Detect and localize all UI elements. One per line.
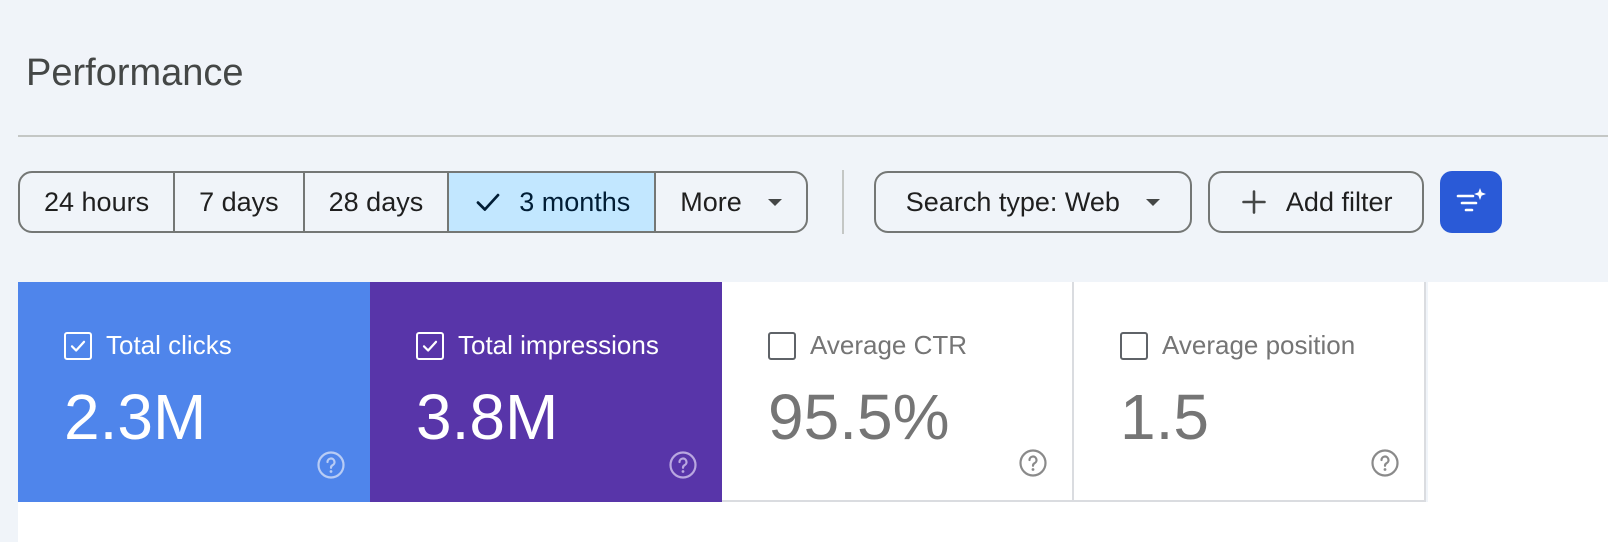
- title-divider: [18, 135, 1608, 137]
- metric-checkbox-checked[interactable]: [64, 331, 92, 360]
- date-option-7-days[interactable]: 7 days: [175, 173, 305, 231]
- add-filter-label: Add filter: [1285, 186, 1393, 217]
- metric-card-header: Total impressions: [416, 330, 659, 361]
- toolbar-separator: [841, 170, 844, 234]
- metric-value: 95.5%: [768, 381, 950, 453]
- metric-label: Average CTR: [810, 330, 968, 360]
- metric-card-header: Average CTR: [768, 330, 967, 361]
- metric-card-total-clicks[interactable]: Total clicks 2.3M: [18, 282, 370, 502]
- date-option-label: 28 days: [328, 186, 424, 217]
- metric-value: 3.8M: [416, 381, 559, 453]
- metric-card-average-position[interactable]: Average position 1.5: [1074, 282, 1426, 502]
- checkmark-icon: [422, 340, 438, 352]
- date-option-label: 7 days: [199, 186, 279, 217]
- chart-area-top: [18, 502, 1608, 542]
- metric-label: Total impressions: [458, 330, 659, 360]
- metric-checkbox-unchecked[interactable]: [768, 331, 796, 360]
- checkmark-icon: [70, 340, 86, 352]
- date-option-label: 3 months: [519, 186, 631, 217]
- metric-checkbox-checked[interactable]: [416, 331, 444, 360]
- caret-down-icon: [1145, 198, 1160, 206]
- ai-filter-button[interactable]: [1440, 171, 1503, 233]
- date-range-selector: 24 hours 7 days 28 days 3 months More: [18, 171, 808, 233]
- date-option-more[interactable]: More: [656, 173, 806, 231]
- plus-icon: [1242, 190, 1266, 214]
- metric-value: 1.5: [1120, 381, 1209, 453]
- sparkle-filter-icon: [1457, 188, 1487, 212]
- metric-card-header: Total clicks: [64, 330, 232, 361]
- add-filter-button[interactable]: Add filter: [1207, 171, 1425, 233]
- help-icon[interactable]: [316, 450, 346, 480]
- search-type-dropdown[interactable]: Search type: Web: [873, 171, 1192, 233]
- date-option-3-months[interactable]: 3 months: [449, 173, 657, 231]
- date-option-28-days[interactable]: 28 days: [305, 173, 450, 231]
- metric-card-total-impressions[interactable]: Total impressions 3.8M: [370, 282, 722, 502]
- checkmark-icon: [476, 193, 500, 211]
- page-title: Performance: [26, 52, 244, 94]
- date-option-label: More: [680, 186, 742, 217]
- date-option-label: 24 hours: [44, 186, 150, 217]
- metric-cards: Total clicks 2.3M Total impressions 3.8M: [18, 282, 1428, 502]
- metric-label: Total clicks: [106, 330, 232, 360]
- performance-page: Performance 24 hours 7 days 28 days 3 mo…: [0, 0, 1608, 542]
- metric-checkbox-unchecked[interactable]: [1120, 331, 1148, 360]
- metric-card-header: Average position: [1120, 330, 1355, 361]
- toolbar: 24 hours 7 days 28 days 3 months More Se…: [18, 170, 1503, 234]
- search-type-label: Search type: Web: [905, 186, 1120, 217]
- caret-down-icon: [767, 198, 782, 206]
- metric-label: Average position: [1162, 330, 1356, 360]
- metric-card-average-ctr[interactable]: Average CTR 95.5%: [722, 282, 1074, 502]
- help-icon[interactable]: [1018, 448, 1048, 478]
- help-icon[interactable]: [1370, 448, 1400, 478]
- help-icon[interactable]: [668, 450, 698, 480]
- metric-value: 2.3M: [64, 381, 207, 453]
- date-option-24-hours[interactable]: 24 hours: [20, 173, 176, 231]
